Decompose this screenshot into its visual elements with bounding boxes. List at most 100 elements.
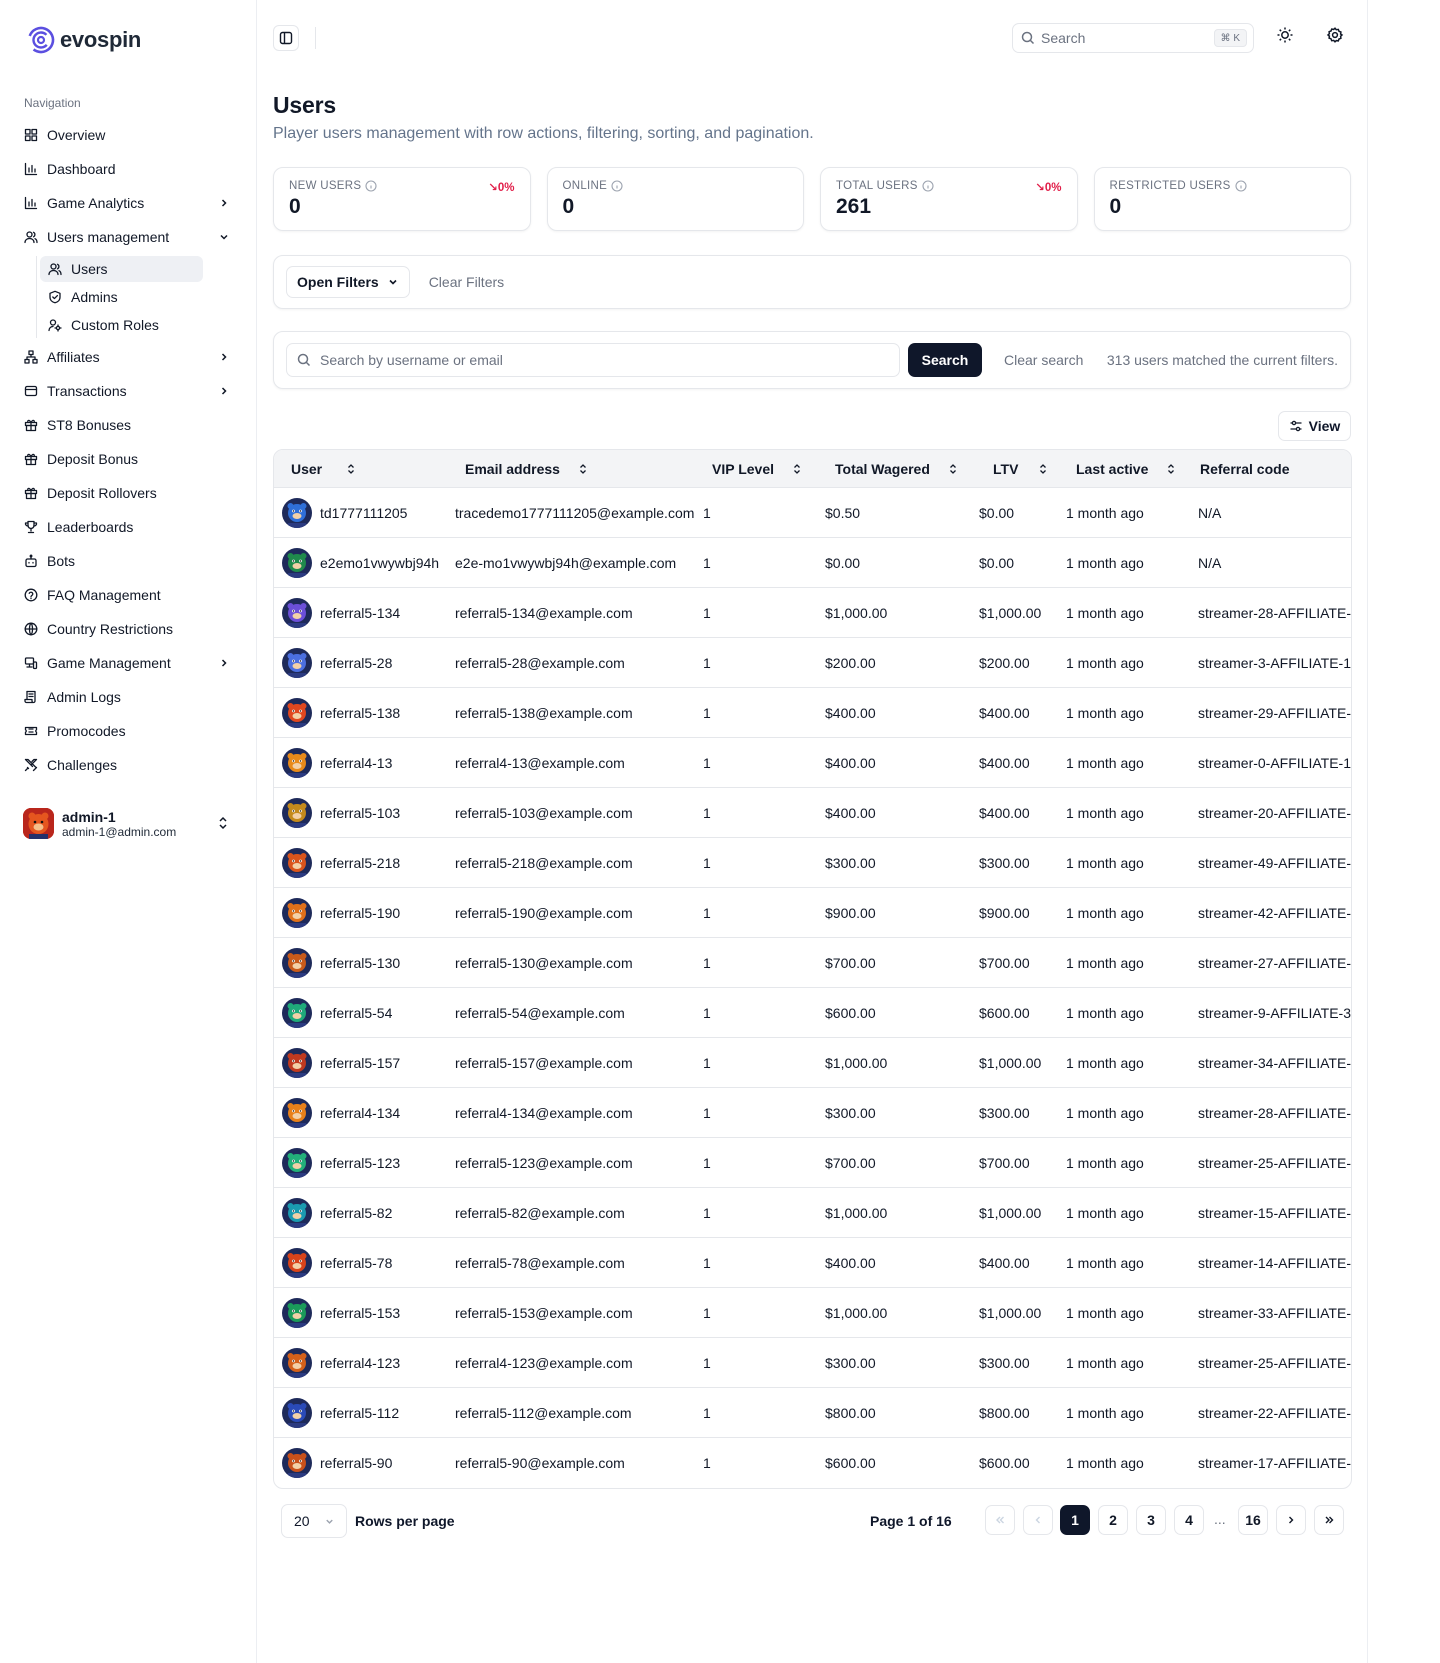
next-page-button[interactable] bbox=[1276, 1505, 1306, 1535]
sidebar-item-overview[interactable]: Overview bbox=[22, 118, 240, 152]
sidebar-item-transactions[interactable]: Transactions bbox=[22, 374, 240, 408]
table-row[interactable]: e2emo1vwywbj94h e2e-mo1vwywbj94h@example.… bbox=[274, 538, 1351, 588]
column-header-referral-code[interactable]: Referral code bbox=[1190, 461, 1351, 477]
username[interactable]: referral5-134 bbox=[320, 605, 400, 621]
username[interactable]: referral5-130 bbox=[320, 955, 400, 971]
username[interactable]: referral5-138 bbox=[320, 705, 400, 721]
page-button-4[interactable]: 4 bbox=[1174, 1505, 1204, 1535]
sidebar-item-bots[interactable]: Bots bbox=[22, 544, 240, 578]
global-search-input[interactable]: Search ⌘ K bbox=[1012, 23, 1254, 53]
table-row[interactable]: referral4-13 referral4-13@example.com 1 $40… bbox=[274, 738, 1351, 788]
table-row[interactable]: referral5-218 referral5-218@example.com 1 $… bbox=[274, 838, 1351, 888]
table-row[interactable]: referral5-134 referral5-134@example.com 1 $… bbox=[274, 588, 1351, 638]
info-icon[interactable] bbox=[922, 180, 934, 192]
table-row[interactable]: referral5-54 referral5-54@example.com 1 $60… bbox=[274, 988, 1351, 1038]
sidebar-item-faq-management[interactable]: FAQ Management bbox=[22, 578, 240, 612]
view-options-button[interactable]: View bbox=[1278, 411, 1351, 441]
sidebar-item-challenges[interactable]: Challenges bbox=[22, 748, 240, 782]
sidebar-subitem-users[interactable]: Users bbox=[40, 256, 203, 282]
table-row[interactable]: referral5-112 referral5-112@example.com 1 $… bbox=[274, 1388, 1351, 1438]
theme-toggle-button[interactable] bbox=[1276, 26, 1294, 47]
rows-per-page-select[interactable]: 20 bbox=[281, 1504, 347, 1538]
sidebar-item-game-management[interactable]: Game Management bbox=[22, 646, 240, 680]
sidebar-subitem-admins[interactable]: Admins bbox=[40, 284, 203, 310]
sidebar-item-game-analytics[interactable]: Game Analytics bbox=[22, 186, 240, 220]
clear-filters-button[interactable]: Clear Filters bbox=[429, 274, 504, 290]
page-button-last[interactable]: 16 bbox=[1238, 1505, 1268, 1535]
username[interactable]: referral5-123 bbox=[320, 1155, 400, 1171]
username[interactable]: referral5-103 bbox=[320, 805, 400, 821]
sidebar-toggle-button[interactable] bbox=[273, 25, 299, 51]
sidebar-item-deposit-bonus[interactable]: Deposit Bonus bbox=[22, 442, 240, 476]
gift-icon bbox=[24, 419, 38, 432]
table-row[interactable]: referral5-123 referral5-123@example.com 1 $… bbox=[274, 1138, 1351, 1188]
table-row[interactable]: referral5-138 referral5-138@example.com 1 $… bbox=[274, 688, 1351, 738]
search-button[interactable]: Search bbox=[908, 343, 982, 377]
prev-page-button[interactable] bbox=[1023, 1505, 1053, 1535]
username[interactable]: referral5-218 bbox=[320, 855, 400, 871]
username[interactable]: referral5-157 bbox=[320, 1055, 400, 1071]
table-row[interactable]: referral4-123 referral4-123@example.com 1 $… bbox=[274, 1338, 1351, 1388]
username[interactable]: referral5-28 bbox=[320, 655, 392, 671]
table-row[interactable]: referral5-157 referral5-157@example.com 1 $… bbox=[274, 1038, 1351, 1088]
sidebar-subitem-custom-roles[interactable]: Custom Roles bbox=[40, 312, 203, 338]
column-header-vip-level[interactable]: VIP Level bbox=[695, 461, 817, 477]
sidebar-item-country-restrictions[interactable]: Country Restrictions bbox=[22, 612, 240, 646]
sidebar-item-deposit-rollovers[interactable]: Deposit Rollovers bbox=[22, 476, 240, 510]
table-row[interactable]: td1777111205 tracedemo1777111205@example.… bbox=[274, 488, 1351, 538]
username[interactable]: referral5-90 bbox=[320, 1455, 392, 1471]
username[interactable]: referral5-153 bbox=[320, 1305, 400, 1321]
logo[interactable]: evospin bbox=[26, 24, 240, 56]
sidebar-item-users-management[interactable]: Users management bbox=[22, 220, 240, 254]
page-button-3[interactable]: 3 bbox=[1136, 1505, 1166, 1535]
last-page-button[interactable] bbox=[1314, 1505, 1344, 1535]
account-name: admin-1 bbox=[62, 808, 116, 825]
cell-ltv: $800.00 bbox=[979, 1404, 1030, 1421]
cell-total-wagered: $600.00 bbox=[825, 1455, 876, 1471]
sidebar-item-leaderboards[interactable]: Leaderboards bbox=[22, 510, 240, 544]
username[interactable]: referral5-54 bbox=[320, 1005, 392, 1021]
user-search-input[interactable]: Search by username or email bbox=[286, 343, 900, 377]
sidebar-item-promocodes[interactable]: Promocodes bbox=[22, 714, 240, 748]
bar-chart-icon bbox=[24, 196, 38, 210]
table-row[interactable]: referral5-82 referral5-82@example.com 1 $1,… bbox=[274, 1188, 1351, 1238]
username[interactable]: referral5-112 bbox=[320, 1405, 399, 1421]
page-button-2[interactable]: 2 bbox=[1098, 1505, 1128, 1535]
column-header-total-wagered[interactable]: Total Wagered bbox=[817, 461, 971, 477]
table-row[interactable]: referral5-153 referral5-153@example.com 1 $… bbox=[274, 1288, 1351, 1338]
column-header-email-address[interactable]: Email address bbox=[447, 461, 695, 477]
username[interactable]: referral4-13 bbox=[320, 755, 392, 771]
clear-search-button[interactable]: Clear search bbox=[1004, 352, 1083, 368]
info-icon[interactable] bbox=[611, 180, 623, 192]
sidebar-item-affiliates[interactable]: Affiliates bbox=[22, 340, 240, 374]
info-icon[interactable] bbox=[1235, 180, 1247, 192]
table-row[interactable]: referral5-28 referral5-28@example.com 1 $20… bbox=[274, 638, 1351, 688]
column-header-ltv[interactable]: LTV bbox=[971, 461, 1058, 477]
username[interactable]: e2emo1vwywbj94h bbox=[320, 555, 439, 571]
username[interactable]: referral5-82 bbox=[320, 1205, 392, 1221]
username[interactable]: td1777111205 bbox=[320, 505, 407, 521]
sidebar-item-dashboard[interactable]: Dashboard bbox=[22, 152, 240, 186]
table-row[interactable]: referral5-78 referral5-78@example.com 1 $40… bbox=[274, 1238, 1351, 1288]
page-button-1[interactable]: 1 bbox=[1060, 1505, 1090, 1535]
cell-last-active: 1 month ago bbox=[1066, 804, 1144, 821]
column-header-last-active[interactable]: Last active bbox=[1058, 461, 1190, 477]
table-row[interactable]: referral5-90 referral5-90@example.com 1 $60… bbox=[274, 1438, 1351, 1488]
info-icon[interactable] bbox=[365, 180, 377, 192]
account-switcher[interactable]: admin-1 admin-1@admin.com bbox=[22, 808, 240, 839]
sidebar-item-st8-bonuses[interactable]: ST8 Bonuses bbox=[22, 408, 240, 442]
table-row[interactable]: referral4-134 referral4-134@example.com 1 $… bbox=[274, 1088, 1351, 1138]
column-header-user[interactable]: User bbox=[274, 461, 447, 477]
open-filters-button[interactable]: Open Filters bbox=[286, 266, 410, 298]
table-row[interactable]: referral5-103 referral5-103@example.com 1 $… bbox=[274, 788, 1351, 838]
username[interactable]: referral4-123 bbox=[320, 1355, 400, 1371]
settings-button[interactable] bbox=[1326, 26, 1344, 47]
layout-grid-icon bbox=[24, 128, 38, 142]
first-page-button[interactable] bbox=[985, 1505, 1015, 1535]
table-row[interactable]: referral5-130 referral5-130@example.com 1 $… bbox=[274, 938, 1351, 988]
sidebar-item-admin-logs[interactable]: Admin Logs bbox=[22, 680, 240, 714]
table-row[interactable]: referral5-190 referral5-190@example.com 1 $… bbox=[274, 888, 1351, 938]
username[interactable]: referral4-134 bbox=[320, 1105, 400, 1121]
username[interactable]: referral5-190 bbox=[320, 905, 400, 921]
username[interactable]: referral5-78 bbox=[320, 1255, 392, 1271]
